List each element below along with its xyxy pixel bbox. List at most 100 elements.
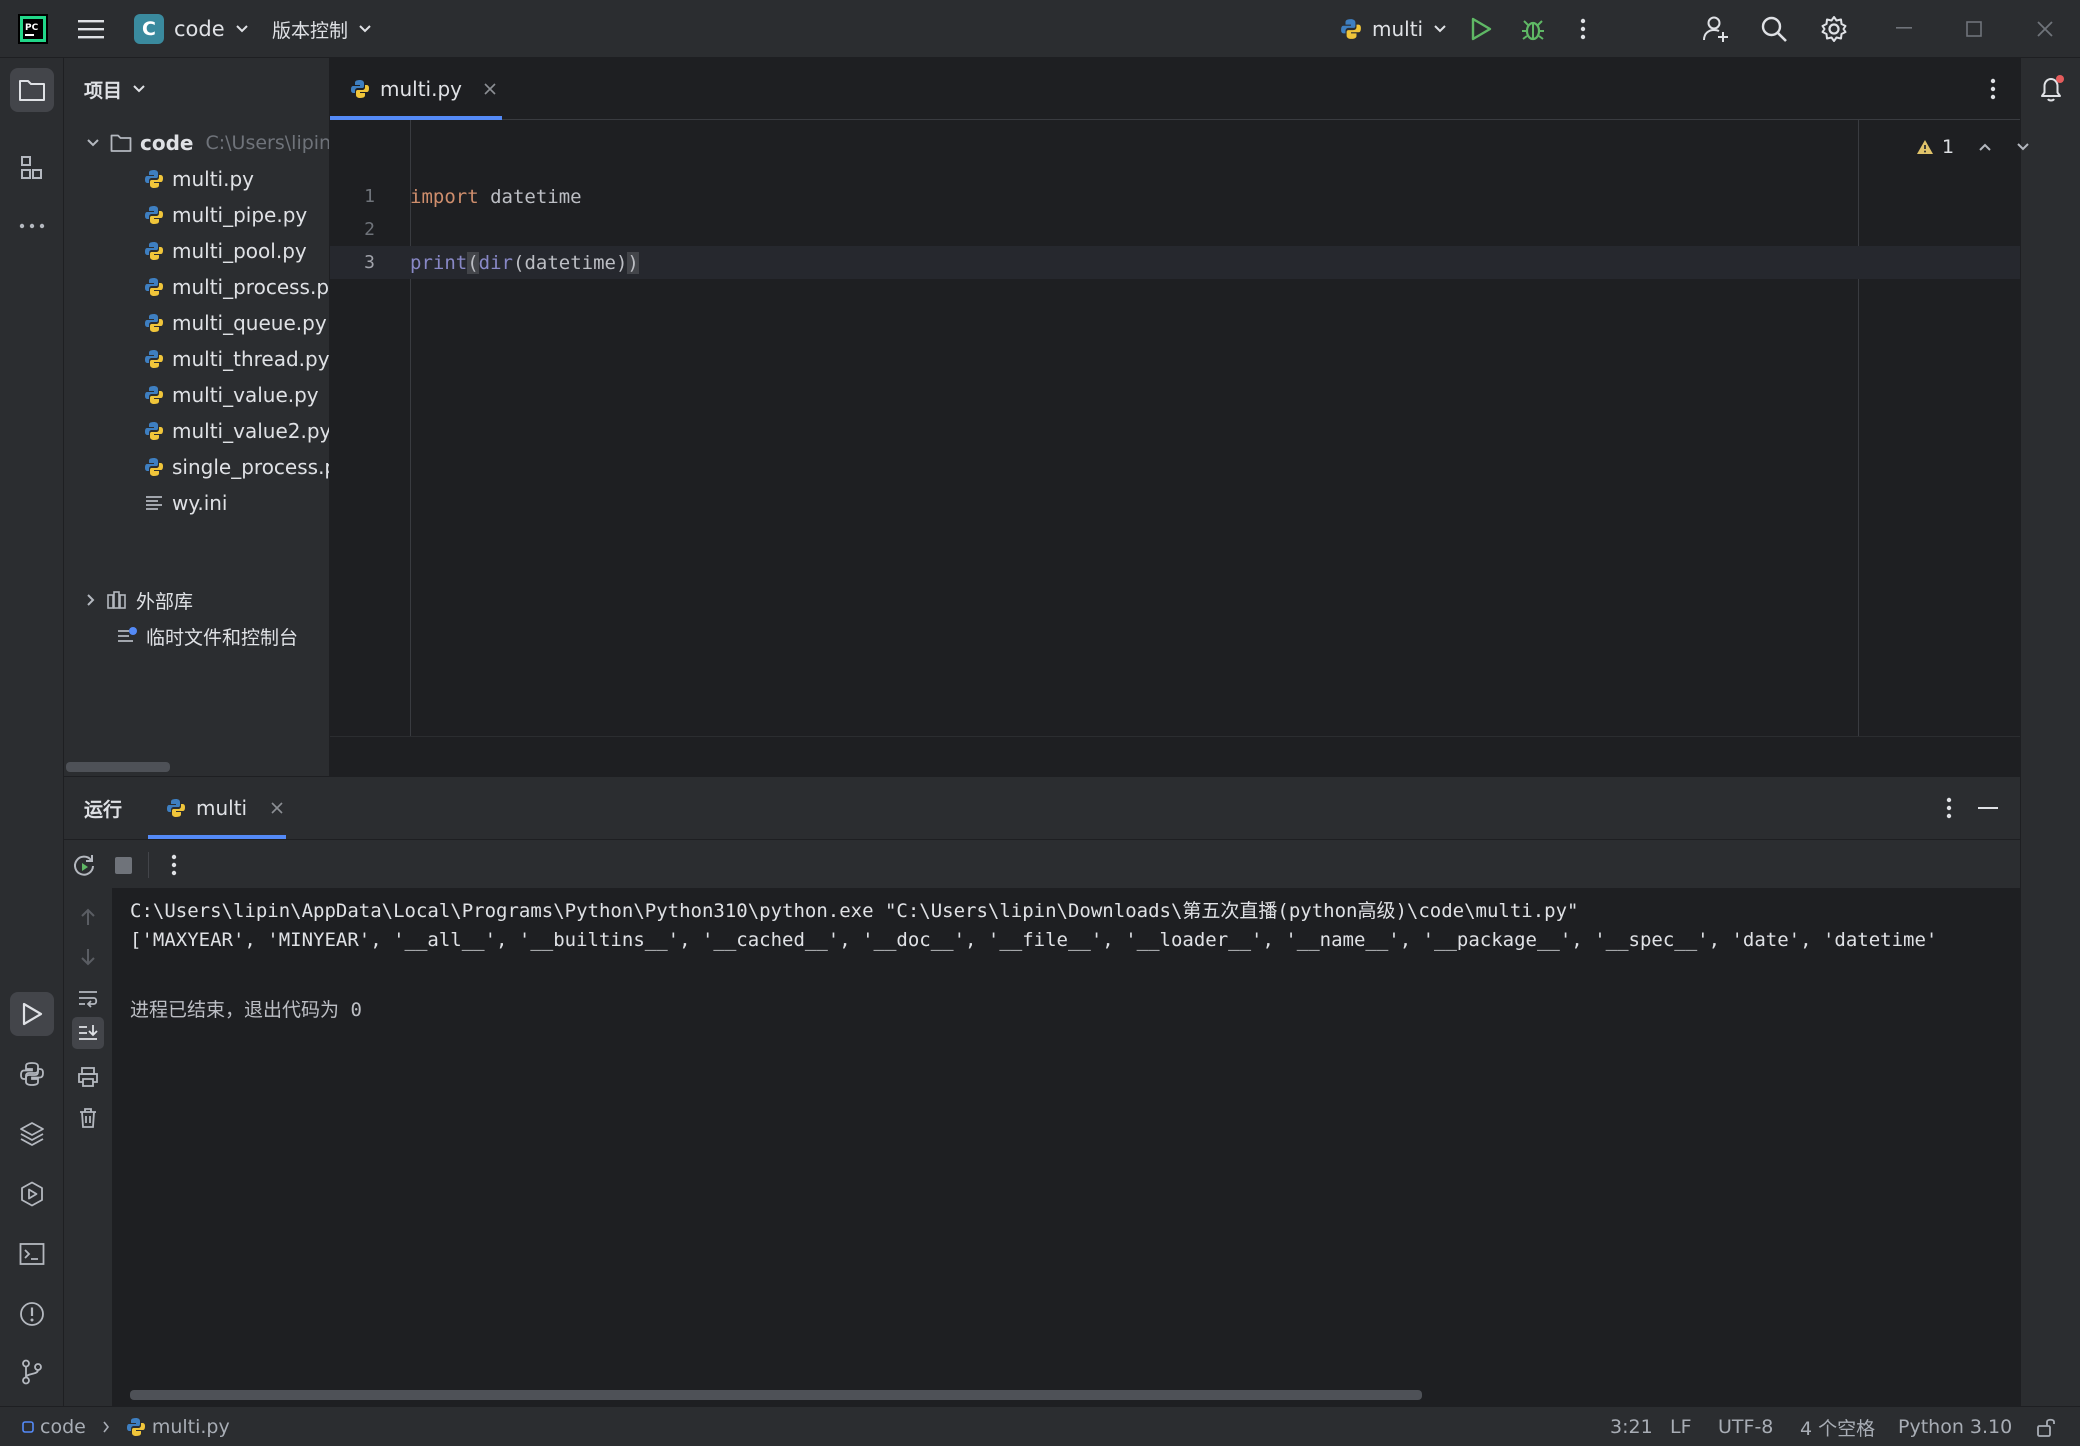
- add-user-icon[interactable]: [1702, 0, 1730, 58]
- hide-panel-icon[interactable]: [1978, 807, 1998, 811]
- gear-icon[interactable]: [1820, 0, 1848, 58]
- run-icon[interactable]: [1470, 0, 1492, 58]
- python-file-icon: [144, 421, 164, 441]
- arrow-up-icon[interactable]: [79, 907, 97, 927]
- lock-open-icon[interactable]: [2036, 1407, 2058, 1446]
- python-file-icon: [144, 385, 164, 405]
- tree-file-item[interactable]: multi_thread.py: [144, 341, 329, 377]
- scroll-to-end-button[interactable]: [72, 1017, 104, 1049]
- tree-external-libraries[interactable]: 外部库: [86, 582, 193, 618]
- tree-file-item[interactable]: wy.ini: [144, 485, 228, 521]
- code-line-3[interactable]: 3 print(dir(datetime)): [330, 246, 2020, 279]
- close-icon[interactable]: [2036, 0, 2054, 58]
- python-file-icon: [350, 79, 370, 99]
- code-line-2[interactable]: 2: [330, 213, 2020, 246]
- chevron-right-icon: [86, 593, 96, 607]
- hamburger-menu-icon[interactable]: [78, 0, 104, 58]
- chevron-down-icon[interactable]: [2016, 142, 2030, 152]
- project-panel-header[interactable]: 项目: [84, 58, 146, 120]
- project-badge: C: [134, 14, 164, 44]
- maximize-icon[interactable]: [1966, 0, 1982, 58]
- horizontal-scrollbar[interactable]: [66, 762, 170, 772]
- paren-token: ): [627, 251, 639, 274]
- debug-icon[interactable]: [1520, 0, 1546, 58]
- tree-file-item[interactable]: single_process.py: [144, 449, 329, 485]
- file-encoding[interactable]: UTF-8: [1718, 1407, 1773, 1446]
- services-tool-button[interactable]: [10, 1172, 54, 1216]
- search-icon[interactable]: [1760, 0, 1788, 58]
- project-switcher[interactable]: C code: [134, 0, 249, 58]
- pycharm-logo-icon[interactable]: PC: [18, 0, 48, 58]
- console-output[interactable]: C:\Users\lipin\AppData\Local\Programs\Py…: [112, 888, 2020, 1406]
- caret-position[interactable]: 3:21: [1610, 1407, 1653, 1446]
- tree-file-item[interactable]: multi_process.py: [144, 269, 329, 305]
- more-vertical-icon[interactable]: [1990, 78, 1996, 100]
- run-panel-title-label: 运行: [84, 798, 123, 821]
- breadcrumb-project[interactable]: code: [40, 1416, 86, 1438]
- horizontal-scrollbar[interactable]: [130, 1390, 1422, 1400]
- line-number: 2: [364, 219, 375, 240]
- close-tab-icon[interactable]: [484, 82, 496, 95]
- tree-file-item[interactable]: multi_pipe.py: [144, 197, 307, 233]
- more-vertical-icon[interactable]: [1580, 0, 1586, 58]
- terminal-tool-button[interactable]: [10, 1232, 54, 1276]
- output-line: 进程已结束，退出代码为 0: [130, 999, 362, 1021]
- breadcrumb: code multi.py: [22, 1407, 230, 1446]
- python-console-button[interactable]: [10, 1052, 54, 1096]
- structure-tool-button[interactable]: [10, 146, 54, 190]
- trash-icon[interactable]: [78, 1107, 98, 1129]
- python-packages-button[interactable]: [10, 1112, 54, 1156]
- close-tab-icon[interactable]: [271, 802, 283, 814]
- external-libraries-label: 外部库: [136, 590, 194, 613]
- chevron-up-icon[interactable]: [1978, 142, 1992, 152]
- tree-file-item[interactable]: multi.py: [144, 161, 254, 197]
- scroll-to-end-icon: [77, 1022, 99, 1044]
- notifications-icon[interactable]: [2036, 74, 2066, 104]
- git-branch-icon: [20, 1359, 44, 1385]
- run-tool-button[interactable]: [10, 992, 54, 1036]
- run-tab-multi[interactable]: multi: [166, 777, 283, 839]
- indent-setting[interactable]: 4 个空格: [1800, 1407, 1875, 1446]
- problems-tool-button[interactable]: [10, 1292, 54, 1336]
- python-icon: [1340, 18, 1362, 40]
- inspection-widget[interactable]: 1: [1916, 136, 2030, 158]
- scratches-label: 临时文件和控制台: [146, 626, 299, 649]
- vcs-menu[interactable]: 版本控制: [272, 0, 372, 58]
- more-vertical-icon[interactable]: [1946, 797, 1952, 819]
- tree-file-label: wy.ini: [172, 491, 228, 515]
- title-bar: PC C code 版本控制 multi: [0, 0, 2080, 58]
- soft-wrap-icon[interactable]: [77, 988, 99, 1008]
- git-tool-button[interactable]: [10, 1350, 54, 1394]
- tree-file-label: multi_value2.py: [172, 419, 330, 443]
- stop-icon[interactable]: [115, 857, 132, 874]
- code-line-1[interactable]: 1 import datetime: [330, 180, 2020, 213]
- minimize-icon[interactable]: [1896, 0, 1912, 58]
- svg-text:PC: PC: [25, 23, 39, 33]
- arrow-down-icon[interactable]: [79, 947, 97, 967]
- tree-file-item[interactable]: multi_value.py: [144, 377, 319, 413]
- tree-file-item[interactable]: multi_pool.py: [144, 233, 307, 269]
- more-tools-button[interactable]: [10, 204, 54, 248]
- project-tool-button[interactable]: [10, 68, 54, 112]
- line-number: 1: [364, 186, 375, 207]
- breadcrumb-file[interactable]: multi.py: [152, 1416, 230, 1438]
- chevron-down-icon: [86, 138, 100, 148]
- run-config-selector[interactable]: multi: [1340, 0, 1447, 58]
- structure-icon: [19, 155, 45, 181]
- tree-scratches[interactable]: 临时文件和控制台: [116, 618, 298, 654]
- rerun-icon[interactable]: [72, 853, 96, 877]
- tab-multi-py[interactable]: multi.py: [350, 58, 496, 119]
- paren-token: (: [512, 251, 525, 274]
- project-panel-title: 项目: [84, 79, 123, 102]
- line-separator[interactable]: LF: [1670, 1407, 1692, 1446]
- python-interpreter[interactable]: Python 3.10: [1898, 1407, 2012, 1446]
- tree-file-item[interactable]: multi_value2.py: [144, 413, 330, 449]
- print-icon[interactable]: [77, 1067, 99, 1087]
- tree-file-label: multi_pool.py: [172, 239, 307, 263]
- python-file-icon: [126, 1417, 146, 1437]
- tree-file-item[interactable]: multi_queue.py: [144, 305, 327, 341]
- tree-root-code[interactable]: code C:\Users\lipin\: [86, 125, 329, 161]
- python-icon: [166, 798, 186, 818]
- python-file-icon: [144, 457, 164, 477]
- more-vertical-icon[interactable]: [171, 854, 177, 876]
